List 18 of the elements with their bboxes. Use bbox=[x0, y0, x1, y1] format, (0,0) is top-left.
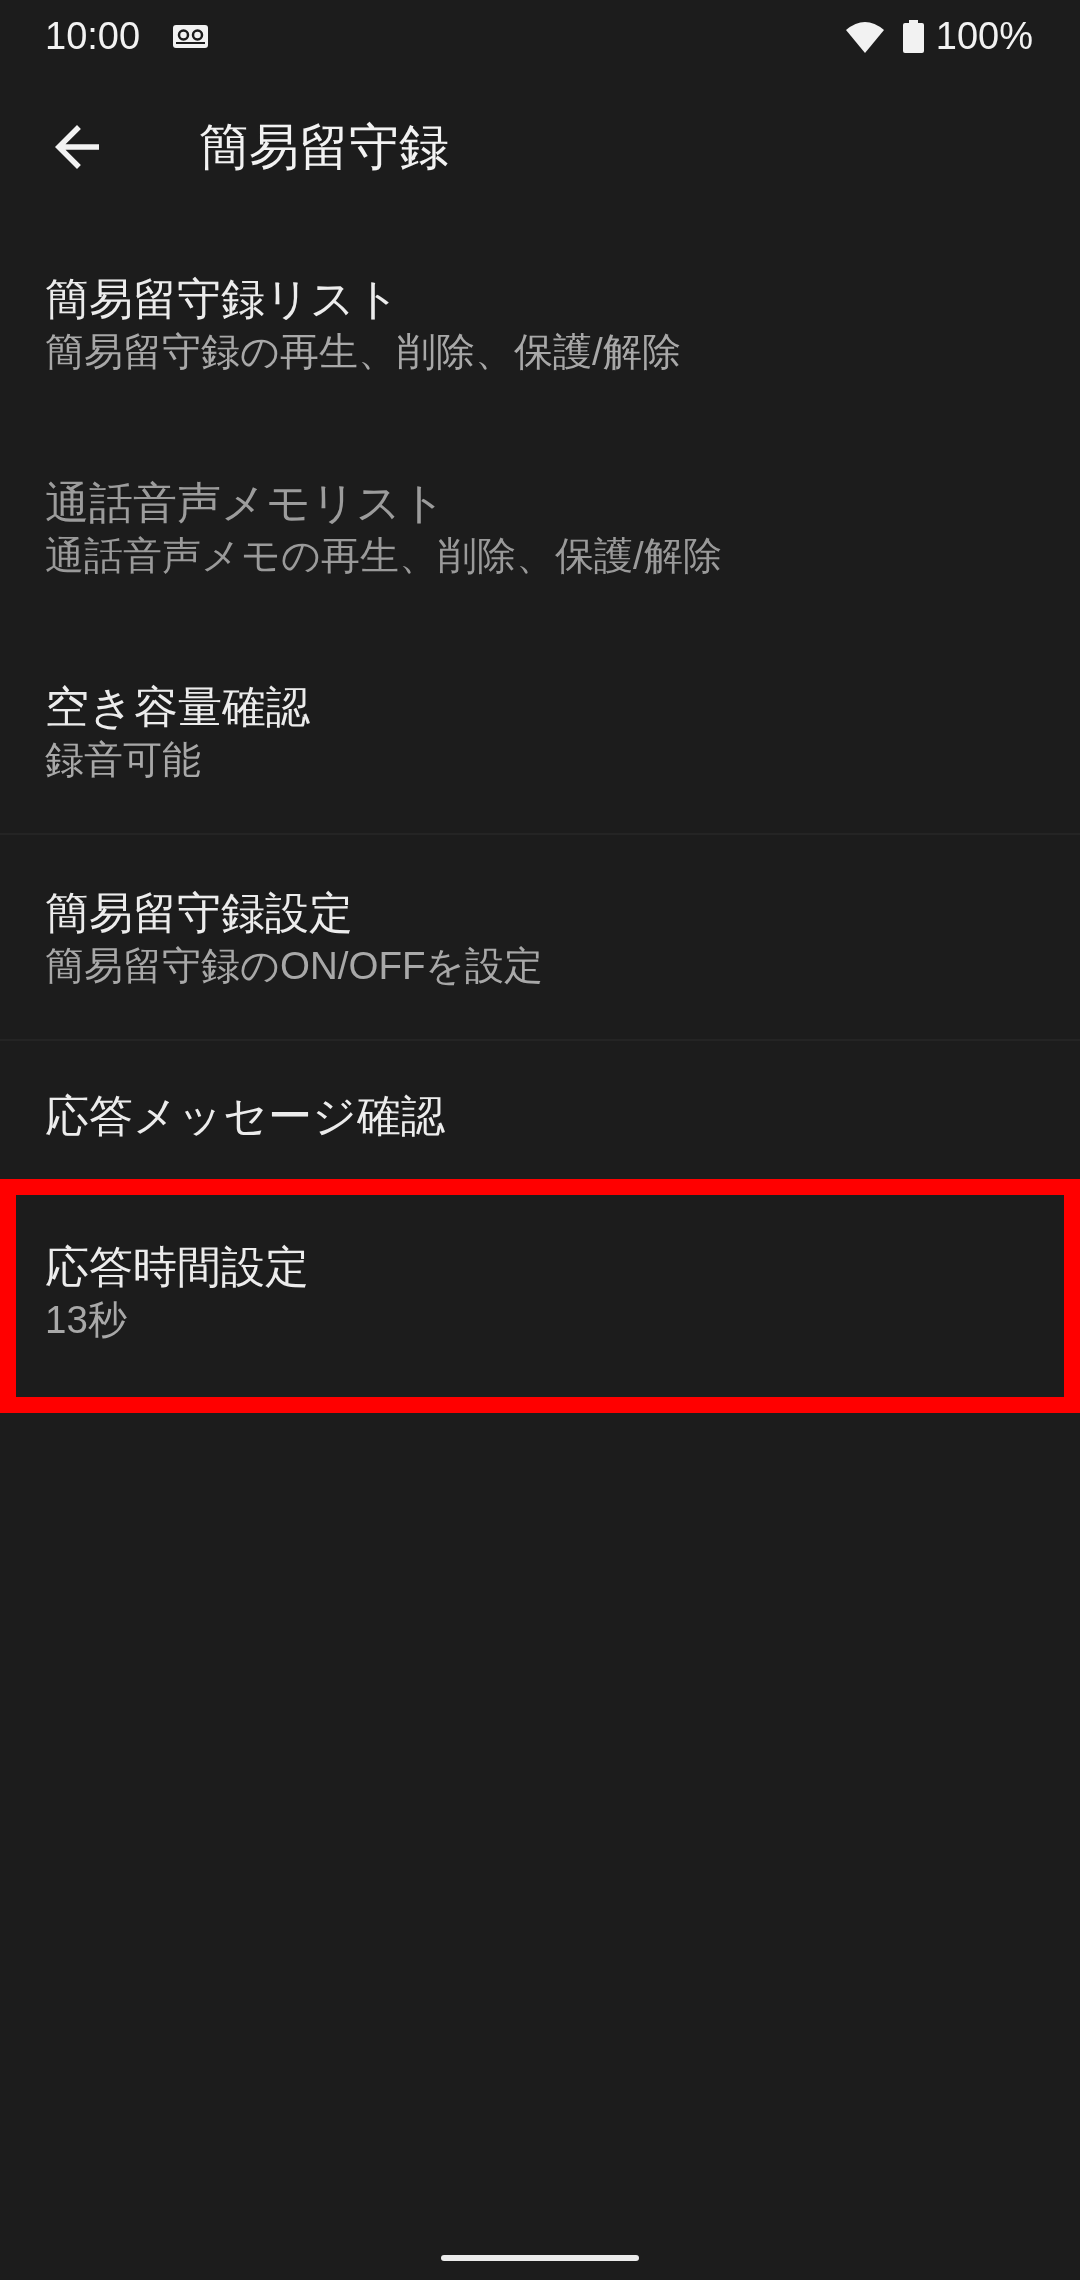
screen-title: 簡易留守録 bbox=[199, 117, 449, 177]
battery-icon bbox=[902, 19, 924, 53]
setting-summary: 13秒 bbox=[45, 1296, 127, 1343]
setting-summary: 録音可能 bbox=[45, 736, 201, 783]
back-arrow-icon[interactable] bbox=[55, 124, 99, 169]
battery-percent: 100% bbox=[935, 14, 1033, 58]
cassette-icon bbox=[173, 24, 209, 48]
setting-summary: 通話音声メモの再生、削除、保護/解除 bbox=[45, 532, 722, 579]
setting-title[interactable]: 空き容量確認 bbox=[45, 677, 310, 735]
setting-title[interactable]: 簡易留守録設定 bbox=[45, 883, 353, 941]
status-time: 10:00 bbox=[45, 14, 141, 58]
wifi-icon bbox=[845, 19, 884, 53]
navigation-handle[interactable] bbox=[441, 2255, 639, 2261]
setting-title[interactable]: 簡易留守録リスト bbox=[45, 269, 400, 327]
setting-summary: 簡易留守録の再生、削除、保護/解除 bbox=[45, 328, 681, 375]
setting-summary: 簡易留守録のON/OFFを設定 bbox=[45, 942, 544, 989]
setting-title[interactable]: 応答時間設定 bbox=[45, 1237, 309, 1295]
setting-title[interactable]: 応答メッセージ確認 bbox=[45, 1086, 445, 1144]
